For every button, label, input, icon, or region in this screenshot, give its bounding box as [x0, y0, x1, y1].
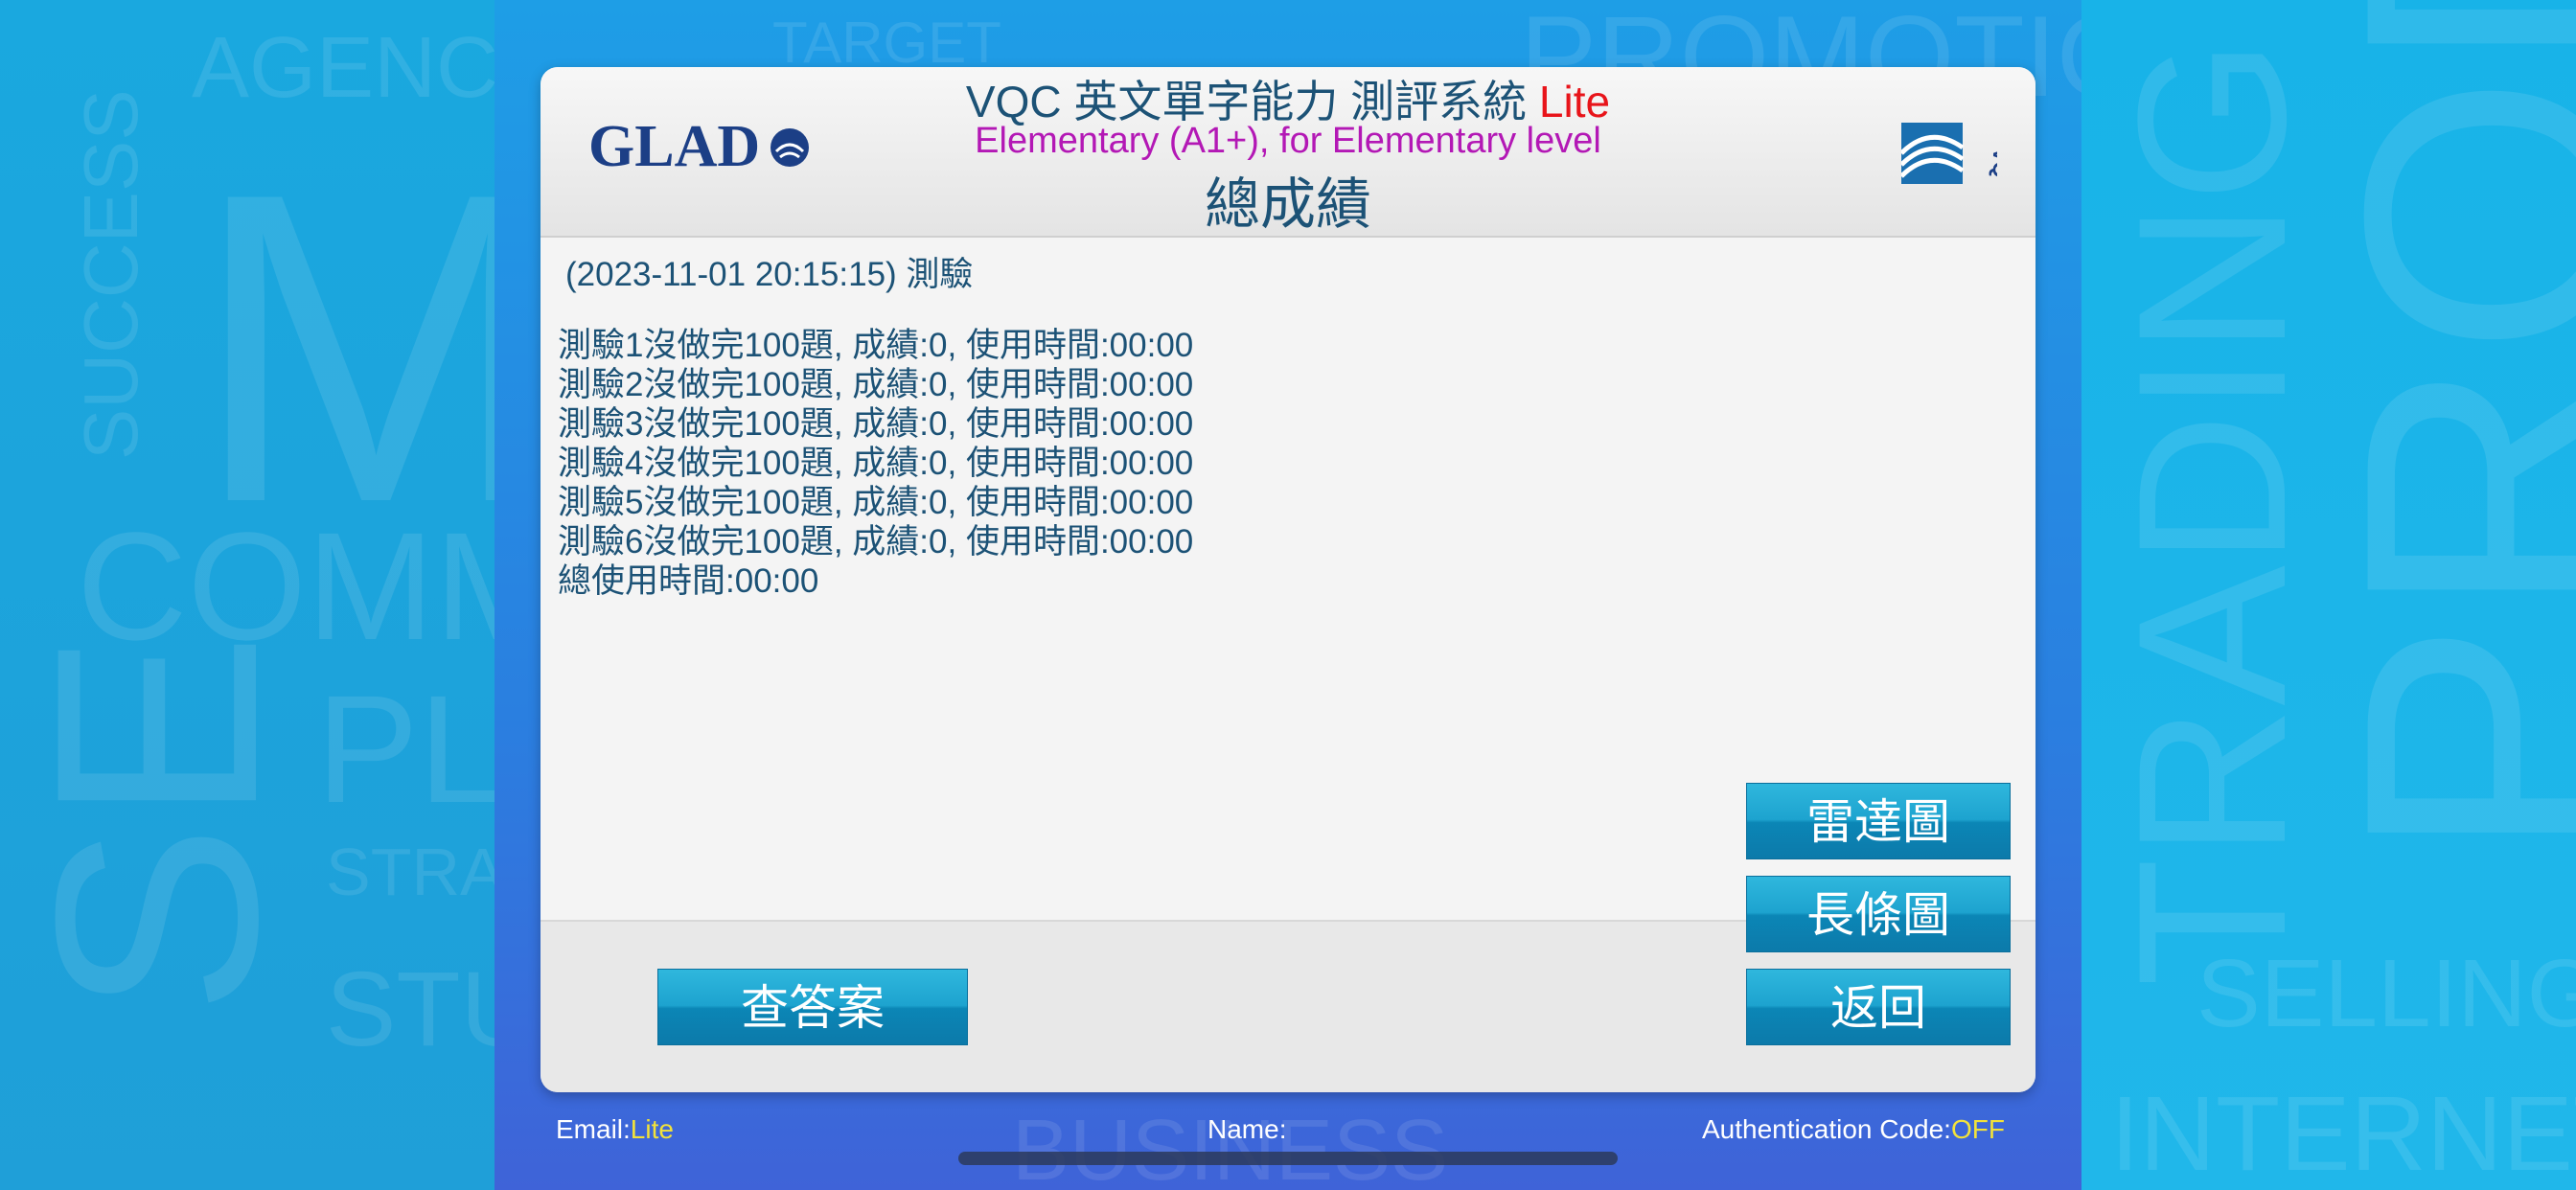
radar-chart-button[interactable]: 雷達圖: [1746, 783, 2011, 859]
background-word: PROD: [2288, 0, 2576, 862]
result-line: 測驗3沒做完100題, 成績:0, 使用時間:00:00: [558, 405, 1194, 443]
home-indicator[interactable]: [958, 1152, 1618, 1165]
background-word: PLA: [316, 663, 494, 835]
email-value: Lite: [630, 1114, 674, 1144]
background-word: STUD: [326, 950, 494, 1068]
results-panel: GLAD VQC 英文單字能力 測評系統 Lite Elementary (A1…: [540, 67, 2036, 1092]
bar-chart-button[interactable]: 長條圖: [1746, 876, 2011, 952]
vq-logo-text: VQ: [1989, 148, 1997, 178]
page-title: 總成績: [1204, 173, 1371, 236]
background-word: SUCCESS: [68, 89, 153, 460]
email-status: Email:Lite: [556, 1114, 674, 1145]
auth-label: Authentication Code:: [1702, 1114, 1951, 1144]
result-line: 測驗1沒做完100題, 成績:0, 使用時間:00:00: [558, 327, 1194, 364]
name-label: Name:: [1208, 1114, 1287, 1144]
result-line: 測驗2沒做完100題, 成績:0, 使用時間:00:00: [558, 366, 1194, 403]
check-answers-button[interactable]: 查答案: [657, 969, 968, 1045]
lite-label: Lite: [1538, 77, 1611, 126]
name-status: Name:: [1208, 1114, 1286, 1145]
result-line: 測驗6沒做完100題, 成績:0, 使用時間:00:00: [558, 523, 1194, 561]
results-list: 測驗1沒做完100題, 成績:0, 使用時間:00:00 測驗2沒做完100題,…: [558, 326, 1193, 601]
background-word: SE: [0, 631, 317, 1016]
vq-logo: VQ: [1899, 115, 2012, 194]
result-line: 測驗5沒做完100題, 成績:0, 使用時間:00:00: [558, 484, 1194, 521]
total-time: 總使用時間:00:00: [558, 562, 819, 600]
result-line: 測驗4沒做完100題, 成績:0, 使用時間:00:00: [558, 445, 1194, 482]
email-label: Email:: [556, 1114, 631, 1144]
app-title-text: VQC 英文單字能力 測評系統: [965, 77, 1528, 126]
background-word: STRATE: [326, 835, 494, 909]
background-right: SELLING INTERNET TRADING PROD: [2082, 0, 2576, 1190]
panel-header: GLAD VQC 英文單字能力 測評系統 Lite Elementary (A1…: [540, 67, 2036, 238]
auth-value: OFF: [1950, 1114, 2005, 1144]
back-button[interactable]: 返回: [1746, 969, 2011, 1045]
background-left: AGENCY SUCCESS M COMM PLA STRATE STUD SE: [0, 0, 494, 1190]
test-timestamp: (2023-11-01 20:15:15) 測驗: [565, 256, 974, 293]
auth-status: Authentication Code:OFF: [1702, 1114, 2005, 1145]
background-word: INTERNET: [2110, 1075, 2576, 1190]
level-subtitle: Elementary (A1+), for Elementary level: [975, 121, 1601, 161]
background-word: TARGET: [772, 11, 1001, 75]
